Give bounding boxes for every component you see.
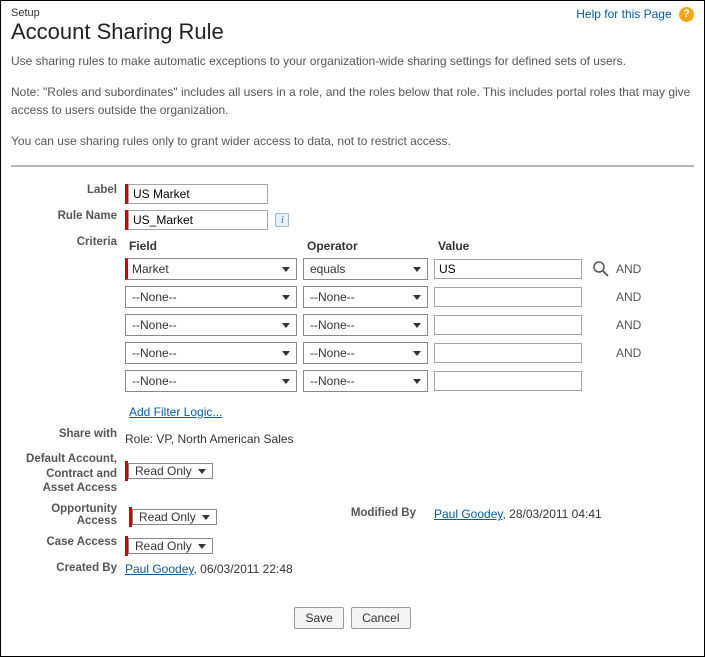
intro-p1: Use sharing rules to make automatic exce… bbox=[11, 53, 694, 70]
criteria-operator-select-4[interactable]: --None-- bbox=[303, 342, 428, 364]
criteria-value-input-4[interactable] bbox=[434, 343, 582, 363]
modified-by-ts: , 28/03/2011 04:41 bbox=[503, 507, 602, 521]
share-with-label: Share with bbox=[11, 425, 121, 449]
divider bbox=[11, 165, 694, 167]
criteria-field-select-2[interactable]: --None-- bbox=[125, 286, 297, 308]
modified-by-user-link[interactable]: Paul Goodey bbox=[434, 507, 503, 521]
criteria-and-4: AND bbox=[616, 339, 647, 367]
criteria-operator-select-1[interactable]: equals bbox=[303, 258, 428, 280]
intro-p3: You can use sharing rules only to grant … bbox=[11, 133, 694, 150]
criteria-operator-select-3[interactable]: --None-- bbox=[303, 314, 428, 336]
rule-name-input[interactable] bbox=[128, 210, 268, 230]
lookup-icon[interactable] bbox=[592, 260, 610, 278]
default-access-select[interactable]: Read Only bbox=[128, 463, 213, 479]
default-access-label: Default Account, Contract and Asset Acce… bbox=[11, 449, 121, 500]
created-by-ts: , 06/03/2011 22:48 bbox=[194, 562, 293, 576]
criteria-value-input-2[interactable] bbox=[434, 287, 582, 307]
criteria-header-operator: Operator bbox=[303, 236, 434, 255]
criteria-and-2: AND bbox=[616, 283, 647, 311]
criteria-label: Criteria bbox=[11, 233, 121, 425]
help-icon[interactable]: ? bbox=[679, 7, 694, 22]
opportunity-access-label: Opportunity Access bbox=[11, 499, 121, 533]
modified-by-label: Modified By bbox=[325, 503, 420, 530]
criteria-and-3: AND bbox=[616, 311, 647, 339]
cancel-button[interactable]: Cancel bbox=[351, 607, 410, 629]
label-label: Label bbox=[11, 181, 121, 207]
opportunity-access-select[interactable]: Read Only bbox=[132, 509, 217, 525]
criteria-value-input-1[interactable] bbox=[434, 259, 582, 279]
add-filter-logic-link[interactable]: Add Filter Logic... bbox=[129, 405, 222, 419]
label-input[interactable] bbox=[128, 184, 268, 204]
page-title: Account Sharing Rule bbox=[11, 19, 694, 45]
save-button[interactable]: Save bbox=[294, 607, 343, 629]
criteria-value-input-5[interactable] bbox=[434, 371, 582, 391]
case-access-select[interactable]: Read Only bbox=[128, 538, 213, 554]
criteria-header-field: Field bbox=[125, 236, 303, 255]
criteria-field-select-1[interactable]: Market bbox=[125, 258, 297, 280]
criteria-value-input-3[interactable] bbox=[434, 315, 582, 335]
help-link[interactable]: Help for this Page bbox=[576, 7, 671, 21]
intro-p2: Note: "Roles and subordinates" includes … bbox=[11, 84, 694, 119]
created-by-label: Created By bbox=[11, 559, 121, 579]
criteria-field-select-4[interactable]: --None-- bbox=[125, 342, 297, 364]
created-by-user-link[interactable]: Paul Goodey bbox=[125, 562, 194, 576]
help-for-page[interactable]: Help for this Page ? bbox=[576, 7, 694, 22]
criteria-header-value: Value bbox=[434, 236, 588, 255]
criteria-operator-select-2[interactable]: --None-- bbox=[303, 286, 428, 308]
criteria-field-select-5[interactable]: --None-- bbox=[125, 370, 297, 392]
case-access-label: Case Access bbox=[11, 533, 121, 559]
criteria-and-1: AND bbox=[616, 255, 647, 283]
rule-name-label: Rule Name bbox=[11, 207, 121, 233]
criteria-operator-select-5[interactable]: --None-- bbox=[303, 370, 428, 392]
share-with-value: Role: VP, North American Sales bbox=[125, 428, 294, 446]
info-icon[interactable]: i bbox=[275, 213, 289, 227]
criteria-field-select-3[interactable]: --None-- bbox=[125, 314, 297, 336]
